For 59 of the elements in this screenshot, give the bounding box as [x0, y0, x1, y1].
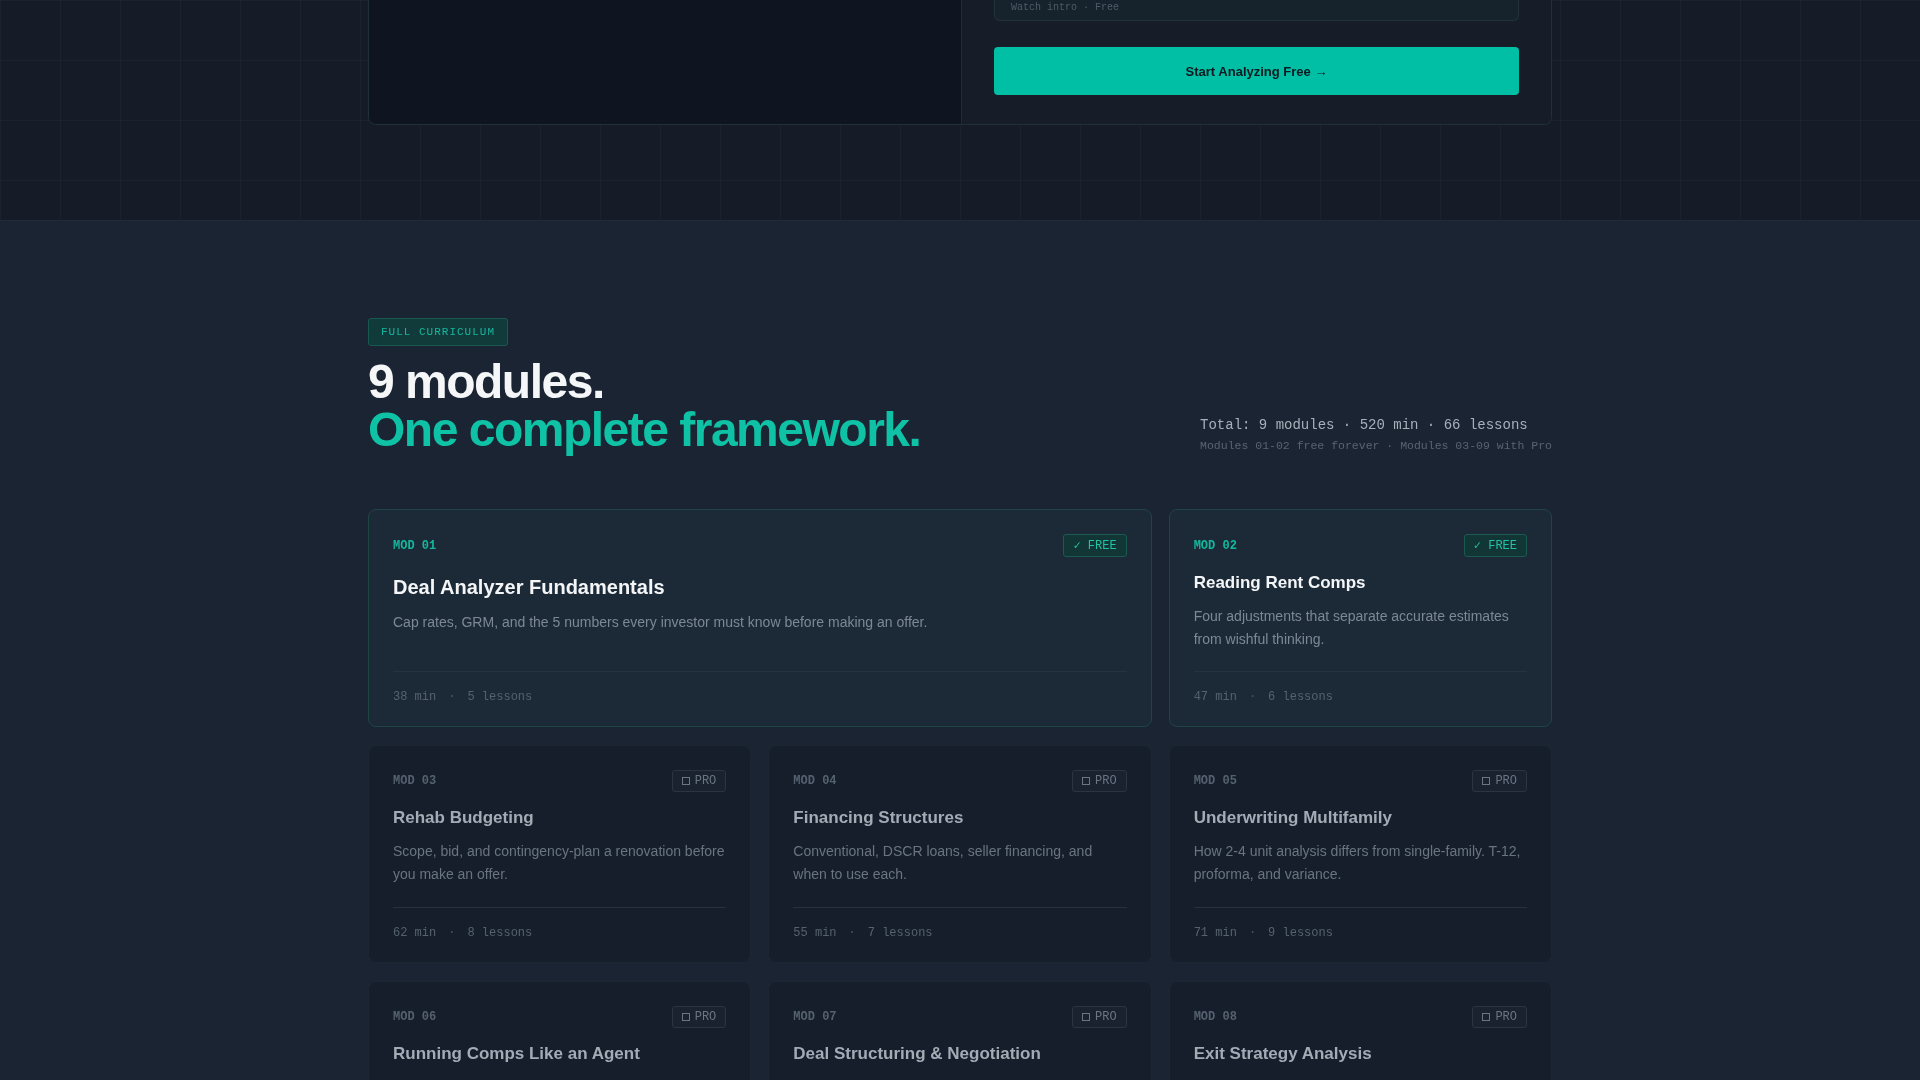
separator-dot: · [1248, 690, 1257, 704]
free-badge: ✓ FREE [1063, 534, 1127, 557]
lessons-count: 6 lessons [1268, 690, 1333, 704]
module-card[interactable]: MOD 06 PRO Running Comps Like an Agent [368, 981, 752, 1080]
module-code: MOD 08 [1193, 1010, 1237, 1024]
pro-badge: PRO [1472, 770, 1527, 792]
free-badge: ✓ FREE [1463, 534, 1527, 557]
duration-text: 38 min [393, 690, 437, 704]
module-card[interactable]: MOD 04 PRO Financing Structures Conventional, DSCR loans, seller financing, and when to use each. 55 min · 7 lessons [768, 745, 1152, 963]
lessons-count: 8 lessons [467, 926, 533, 940]
duration-text: 47 min [1193, 690, 1237, 704]
module-code: MOD 07 [793, 1010, 837, 1024]
module-title: Reading Rent Comps [1193, 573, 1367, 593]
lessons-count: 5 lessons [467, 690, 533, 704]
separator-dot: · [1248, 926, 1257, 940]
pro-badge: PRO [671, 770, 727, 792]
module-code: MOD 02 [1193, 538, 1237, 553]
separator-dot: · [848, 926, 856, 940]
pro-badge: PRO [1472, 1006, 1527, 1028]
module-card[interactable]: MOD 03 PRO Rehab Budgeting Scope, bid, and contingency-plan a renovation before you make an offer. 62 min · 8 lessons [368, 745, 752, 963]
pro-badge: PRO [1072, 770, 1127, 792]
lessons-count: 7 lessons [867, 926, 933, 940]
section-title: 9 modules. [368, 358, 605, 406]
info-field: Watch intro · Free [994, 0, 1519, 21]
module-description: Cap rates, GRM, and the 5 numbers every investor must know before making an offer. [393, 613, 929, 632]
duration-text: 71 min [1193, 926, 1237, 940]
module-code: MOD 03 [393, 774, 437, 788]
module-title: Deal Analyzer Fundamentals [393, 576, 666, 599]
module-code: MOD 01 [393, 538, 437, 553]
module-card[interactable]: MOD 05 PRO Underwriting Multifamily How 2-4 unit analysis differs from single-family. T-12, proforma, and variance. 71 min · 9 lessons [1168, 745, 1552, 963]
module-title: Deal Structuring & Negotiation [793, 1044, 1042, 1064]
module-title: Running Comps Like an Agent [393, 1044, 641, 1064]
section-tag: FULL CURRICULUM [368, 318, 509, 346]
start-button[interactable]: Start Analyzing Free → [994, 47, 1519, 95]
module-title: Rehab Budgeting [393, 808, 535, 828]
module-description: Conventional, DSCR loans, seller financing, and when to use each. [793, 842, 1094, 884]
pro-badge: PRO [671, 1006, 727, 1028]
duration-text: 55 min [793, 926, 837, 940]
module-description: How 2-4 unit analysis differs from single-family. T-12, proforma, and variance. [1193, 842, 1522, 884]
lessons-count: 9 lessons [1268, 926, 1333, 940]
module-description: Scope, bid, and contingency-plan a renovation before you make an offer. [393, 842, 726, 884]
module-code: MOD 04 [793, 774, 837, 788]
module-card[interactable]: MOD 07 PRO Deal Structuring & Negotiation [768, 981, 1152, 1080]
module-title: Underwriting Multifamily [1193, 808, 1393, 828]
module-code: MOD 05 [1193, 774, 1237, 788]
totals-text: Total: 9 modules · 520 min · 66 lessons [1200, 417, 1529, 433]
section-subtitle: One complete framework. [368, 406, 921, 454]
pricing-note: Modules 01-02 free forever · Modules 03-09 with Pro [1200, 439, 1552, 452]
module-description: Four adjustments that separate accurate estimates from wishful thinking. [1193, 607, 1510, 649]
module-card[interactable]: MOD 02 ✓ FREE Reading Rent Comps Four adjustments that separate accurate estimates from wishful thinking. 47 min · 6 lessons [1168, 509, 1552, 727]
separator-dot: · [448, 926, 456, 940]
duration-text: 62 min [393, 926, 437, 940]
module-card[interactable]: MOD 08 PRO Exit Strategy Analysis [1168, 981, 1552, 1080]
module-card[interactable]: MOD 01 ✓ FREE Deal Analyzer Fundamentals Cap rates, GRM, and the 5 numbers every investor must know before making an offer. 38 min · 5 lessons [368, 509, 1152, 727]
pro-badge: PRO [1072, 1006, 1127, 1028]
module-code: MOD 06 [393, 1010, 437, 1024]
module-title: Financing Structures [793, 808, 965, 828]
module-title: Exit Strategy Analysis [1193, 1044, 1373, 1064]
separator-dot: · [448, 690, 456, 704]
